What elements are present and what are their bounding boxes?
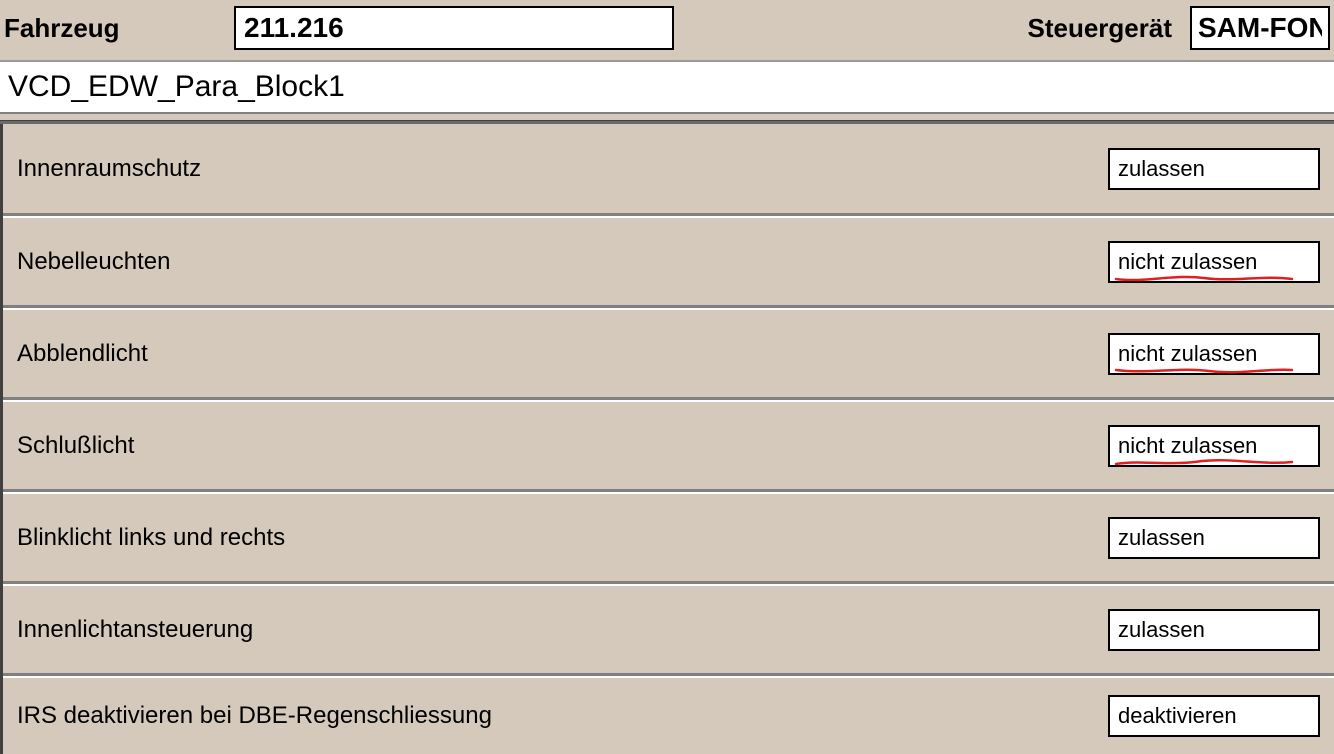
- param-row: Innenlichtansteuerung: [3, 584, 1334, 676]
- param-row: Blinklicht links und rechts: [3, 492, 1334, 584]
- param-value-field[interactable]: [1108, 609, 1320, 651]
- param-value-input[interactable]: [1118, 249, 1310, 275]
- param-row: Nebelleuchten: [3, 216, 1334, 308]
- header-row: Fahrzeug Steuergerät: [0, 0, 1334, 60]
- param-value-field[interactable]: [1108, 425, 1320, 467]
- param-label: IRS deaktivieren bei DBE-Regenschliessun…: [17, 702, 1108, 730]
- param-value-input[interactable]: [1118, 433, 1310, 459]
- param-row: Innenraumschutz: [3, 124, 1334, 216]
- param-value-input[interactable]: [1118, 525, 1310, 551]
- param-label: Schlußlicht: [17, 432, 1108, 460]
- param-row: IRS deaktivieren bei DBE-Regenschliessun…: [3, 676, 1334, 754]
- param-row: Schlußlicht: [3, 400, 1334, 492]
- param-label: Innenlichtansteuerung: [17, 616, 1108, 644]
- param-label: Innenraumschutz: [17, 155, 1108, 183]
- param-label: Blinklicht links und rechts: [17, 524, 1108, 552]
- fahrzeug-label: Fahrzeug: [4, 13, 224, 44]
- param-value-input[interactable]: [1118, 341, 1310, 367]
- param-label: Abblendlicht: [17, 340, 1108, 368]
- steuergeraet-input[interactable]: [1190, 6, 1330, 50]
- param-value-input[interactable]: [1118, 617, 1310, 643]
- param-label: Nebelleuchten: [17, 248, 1108, 276]
- parameter-list: Innenraumschutz Nebelleuchten Abblendlic…: [0, 124, 1334, 754]
- param-value-input[interactable]: [1118, 703, 1310, 729]
- param-value-input[interactable]: [1118, 156, 1310, 182]
- param-value-field[interactable]: [1108, 148, 1320, 190]
- param-value-field[interactable]: [1108, 517, 1320, 559]
- fahrzeug-input[interactable]: [234, 6, 674, 50]
- steuergeraet-label: Steuergerät: [1028, 13, 1173, 44]
- param-value-field[interactable]: [1108, 333, 1320, 375]
- param-value-field[interactable]: [1108, 241, 1320, 283]
- param-row: Abblendlicht: [3, 308, 1334, 400]
- param-value-field[interactable]: [1108, 695, 1320, 737]
- block-title: VCD_EDW_Para_Block1: [0, 60, 1334, 114]
